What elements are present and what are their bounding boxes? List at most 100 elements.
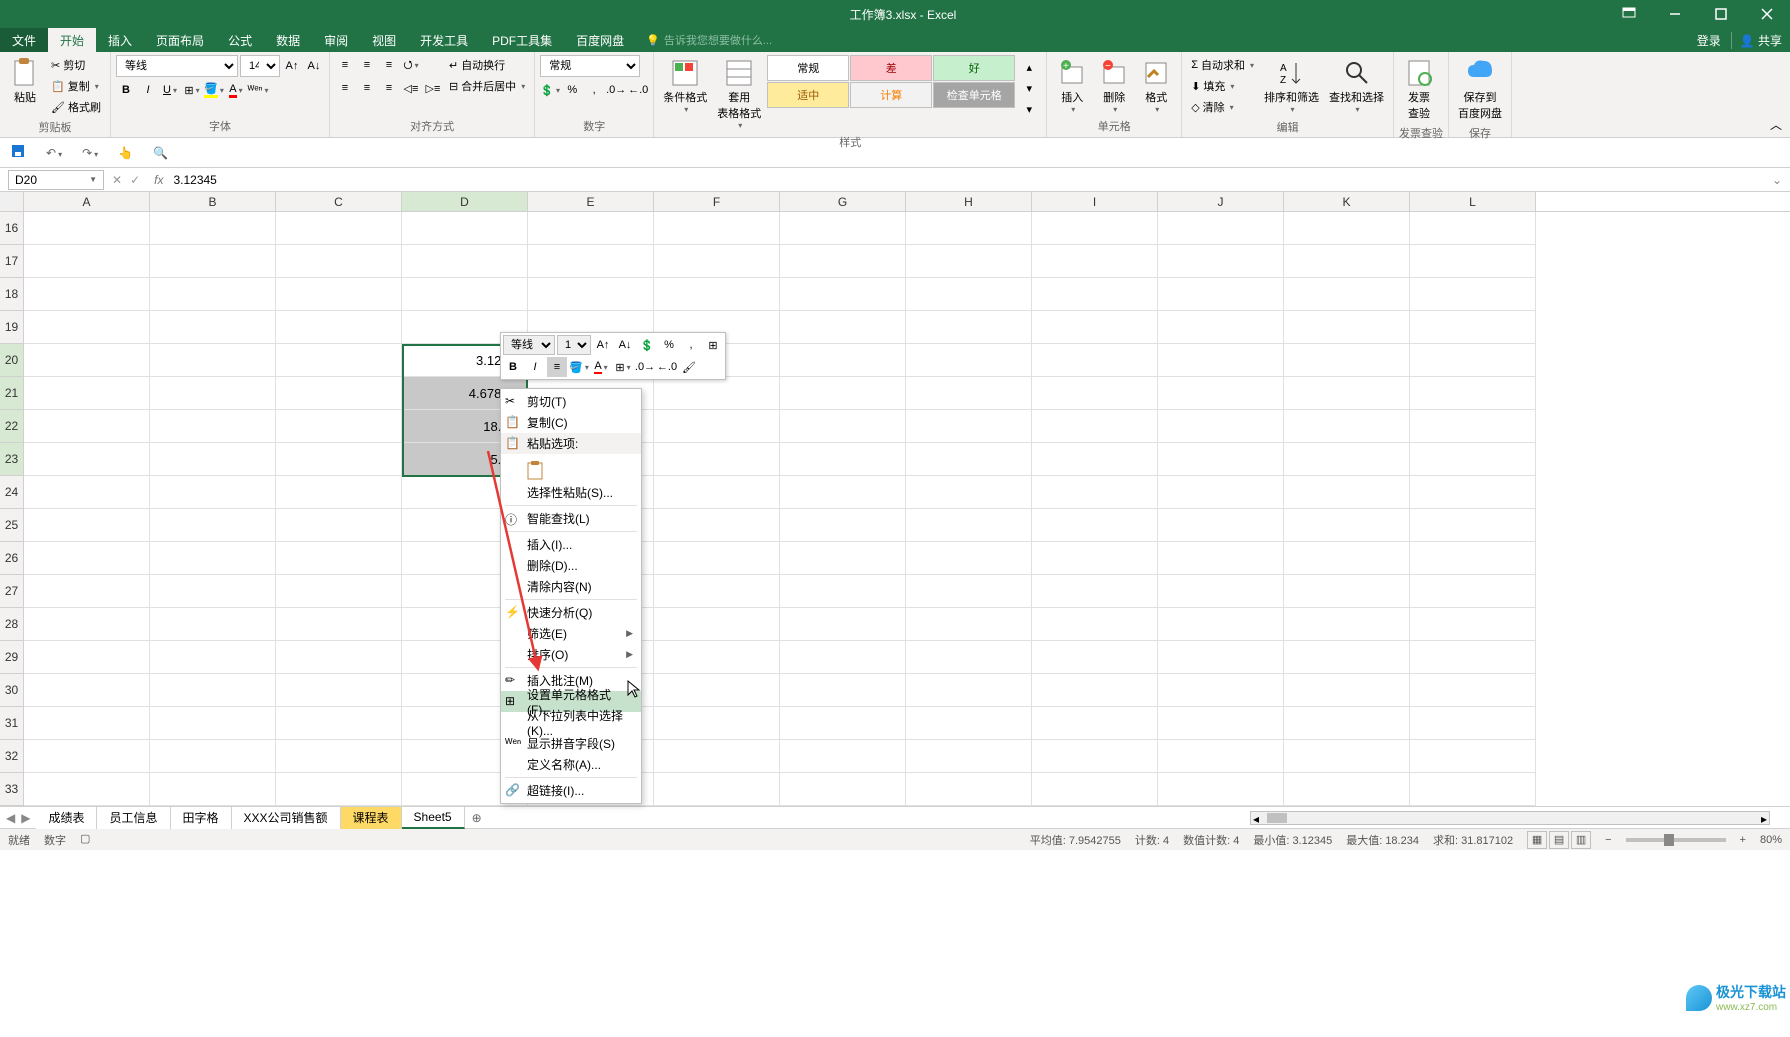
- cell-K20[interactable]: [1284, 344, 1410, 377]
- ctx-show-pinyin[interactable]: ᵂᵉⁿ显示拼音字段(S): [501, 733, 641, 754]
- save-baidu-button[interactable]: 保存到 百度网盘: [1454, 55, 1506, 123]
- cell-C22[interactable]: [276, 410, 402, 443]
- cell-I16[interactable]: [1032, 212, 1158, 245]
- cell-H16[interactable]: [906, 212, 1032, 245]
- cell-L31[interactable]: [1410, 707, 1536, 740]
- mini-border-icon[interactable]: ⊞: [613, 357, 633, 377]
- cell-G16[interactable]: [780, 212, 906, 245]
- cell-L30[interactable]: [1410, 674, 1536, 707]
- cell-L22[interactable]: [1410, 410, 1536, 443]
- cell-G31[interactable]: [780, 707, 906, 740]
- cell-I29[interactable]: [1032, 641, 1158, 674]
- row-header[interactable]: 18: [0, 278, 24, 311]
- col-header[interactable]: K: [1284, 192, 1410, 211]
- cell-B23[interactable]: [150, 443, 276, 476]
- cell-J17[interactable]: [1158, 245, 1284, 278]
- menu-tab-developer[interactable]: 开发工具: [408, 28, 480, 52]
- cell-F21[interactable]: [654, 377, 780, 410]
- accept-formula-icon[interactable]: ✓: [130, 173, 140, 187]
- menu-tab-formulas[interactable]: 公式: [216, 28, 264, 52]
- tab-nav-last-icon[interactable]: ▶: [21, 811, 30, 825]
- mini-dec-decimal-icon[interactable]: ←.0: [657, 357, 677, 377]
- cell-L16[interactable]: [1410, 212, 1536, 245]
- cell-J24[interactable]: [1158, 476, 1284, 509]
- decrease-font-icon[interactable]: A↓: [304, 56, 324, 76]
- cell-L28[interactable]: [1410, 608, 1536, 641]
- cell-A21[interactable]: [24, 377, 150, 410]
- increase-font-icon[interactable]: A↑: [282, 56, 302, 76]
- cell-I27[interactable]: [1032, 575, 1158, 608]
- decrease-indent-icon[interactable]: ◁≡: [401, 78, 421, 98]
- cell-L20[interactable]: [1410, 344, 1536, 377]
- row-header[interactable]: 20: [0, 344, 24, 377]
- cell-L21[interactable]: [1410, 377, 1536, 410]
- cell-C32[interactable]: [276, 740, 402, 773]
- cell-F26[interactable]: [654, 542, 780, 575]
- col-header[interactable]: E: [528, 192, 654, 211]
- cell-I22[interactable]: [1032, 410, 1158, 443]
- fx-icon[interactable]: fx: [148, 173, 169, 187]
- italic-button[interactable]: I: [138, 80, 158, 100]
- cell-H17[interactable]: [906, 245, 1032, 278]
- row-header[interactable]: 29: [0, 641, 24, 674]
- cell-K21[interactable]: [1284, 377, 1410, 410]
- insert-cells-button[interactable]: +插入: [1052, 55, 1092, 116]
- cell-C29[interactable]: [276, 641, 402, 674]
- cell-C19[interactable]: [276, 311, 402, 344]
- cell-H25[interactable]: [906, 509, 1032, 542]
- cell-H32[interactable]: [906, 740, 1032, 773]
- sheet-tab[interactable]: XXX公司销售额: [232, 807, 341, 829]
- comma-icon[interactable]: ,: [584, 80, 604, 100]
- cell-C33[interactable]: [276, 773, 402, 806]
- cell-A27[interactable]: [24, 575, 150, 608]
- cell-C18[interactable]: [276, 278, 402, 311]
- col-header[interactable]: L: [1410, 192, 1536, 211]
- cell-D16[interactable]: [402, 212, 528, 245]
- cell-I18[interactable]: [1032, 278, 1158, 311]
- col-header[interactable]: G: [780, 192, 906, 211]
- bold-button[interactable]: B: [116, 80, 136, 100]
- cell-G18[interactable]: [780, 278, 906, 311]
- cell-F16[interactable]: [654, 212, 780, 245]
- style-calc[interactable]: 计算: [850, 82, 932, 108]
- cell-A24[interactable]: [24, 476, 150, 509]
- cell-A28[interactable]: [24, 608, 150, 641]
- cell-C26[interactable]: [276, 542, 402, 575]
- cell-B20[interactable]: [150, 344, 276, 377]
- ctx-clear-contents[interactable]: 清除内容(N): [501, 576, 641, 597]
- delete-cells-button[interactable]: −删除: [1094, 55, 1134, 116]
- cell-J23[interactable]: [1158, 443, 1284, 476]
- cell-J31[interactable]: [1158, 707, 1284, 740]
- cell-K26[interactable]: [1284, 542, 1410, 575]
- cell-C24[interactable]: [276, 476, 402, 509]
- clear-button[interactable]: ◇清除: [1187, 97, 1258, 117]
- cell-J30[interactable]: [1158, 674, 1284, 707]
- mini-fill-color-icon[interactable]: 🪣: [569, 357, 589, 377]
- menu-file[interactable]: 文件: [0, 28, 48, 52]
- cell-G17[interactable]: [780, 245, 906, 278]
- cell-I17[interactable]: [1032, 245, 1158, 278]
- row-header[interactable]: 21: [0, 377, 24, 410]
- cell-I26[interactable]: [1032, 542, 1158, 575]
- name-box[interactable]: D20 ▼: [8, 170, 104, 190]
- col-header[interactable]: B: [150, 192, 276, 211]
- login-link[interactable]: 登录: [1687, 32, 1731, 49]
- ctx-from-dropdown[interactable]: 从下拉列表中选择(K)...: [501, 712, 641, 733]
- mini-size-select[interactable]: 14: [557, 335, 591, 355]
- cell-B29[interactable]: [150, 641, 276, 674]
- align-middle-icon[interactable]: ≡: [357, 55, 377, 75]
- cell-K18[interactable]: [1284, 278, 1410, 311]
- cell-B27[interactable]: [150, 575, 276, 608]
- cell-J20[interactable]: [1158, 344, 1284, 377]
- cell-B19[interactable]: [150, 311, 276, 344]
- ctx-cut[interactable]: ✂剪切(T): [501, 391, 641, 412]
- zoom-slider[interactable]: [1626, 838, 1726, 842]
- mini-format-painter-icon[interactable]: 🖌: [679, 357, 699, 377]
- row-header[interactable]: 26: [0, 542, 24, 575]
- cell-F29[interactable]: [654, 641, 780, 674]
- find-select-button[interactable]: 查找和选择: [1325, 55, 1388, 116]
- cell-H21[interactable]: [906, 377, 1032, 410]
- mini-currency-icon[interactable]: 💲: [637, 335, 657, 355]
- cell-F17[interactable]: [654, 245, 780, 278]
- col-header[interactable]: J: [1158, 192, 1284, 211]
